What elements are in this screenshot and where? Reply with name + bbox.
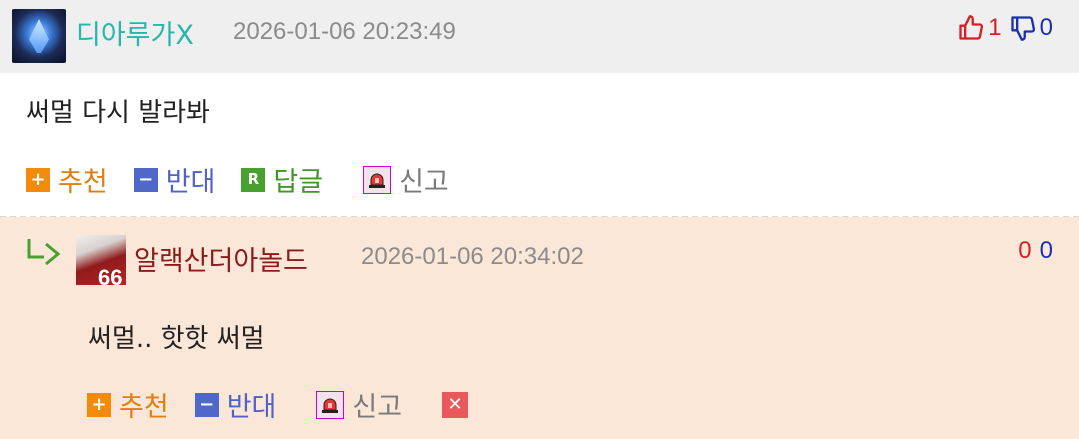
reply-button[interactable]: R 답글 (241, 160, 323, 199)
comment-timestamp: 2026-01-06 20:34:02 (361, 243, 584, 270)
delete-icon[interactable]: ✕ (442, 391, 469, 418)
report-button[interactable]: 신고 (316, 385, 402, 424)
upvote-count: 1 (988, 14, 1002, 41)
author-nickname[interactable]: 디아루가X (76, 13, 194, 52)
report-label: 신고 (399, 167, 449, 198)
recommend-label: 추천 (119, 392, 169, 423)
comment-timestamp: 2026-01-06 20:23:49 (233, 18, 456, 45)
comment-actions: + 추천 − 반대 R 답글 신고 (26, 160, 475, 199)
reply-icon: R (241, 167, 266, 192)
minus-icon: − (194, 392, 219, 417)
author-nickname[interactable]: 알랙산더아놀드 (134, 239, 308, 278)
comment-body: 써멀 다시 발라봐 (26, 98, 210, 128)
oppose-label: 반대 (226, 392, 277, 423)
reply-label: 답글 (273, 167, 324, 198)
thumbs-up-icon (959, 15, 984, 40)
minus-icon: − (133, 167, 158, 192)
vote-summary: 1 0 (957, 14, 1053, 42)
comment-2-reply: 66 알랙산더아놀드 2026-01-06 20:34:02 0 0 써멀.. … (0, 217, 1079, 439)
thumbs-down-icon (1010, 16, 1035, 41)
avatar[interactable]: 66 (76, 235, 126, 285)
report-button[interactable]: 신고 (363, 160, 449, 199)
downvote-count: 0 (1039, 237, 1053, 264)
plus-icon: + (26, 167, 50, 192)
report-label: 신고 (352, 392, 403, 423)
comment-actions: + 추천 − 반대 신고 ✕ (87, 385, 469, 424)
siren-icon (316, 390, 345, 419)
avatar[interactable] (12, 9, 66, 63)
vote-summary: 0 0 (1018, 237, 1053, 265)
downvote-count: 0 (1039, 14, 1053, 41)
oppose-label: 반대 (165, 167, 216, 198)
comment-1: 디아루가X 2026-01-06 20:23:49 1 0 써멀 다시 발라봐 … (0, 0, 1079, 198)
oppose-button[interactable]: − 반대 (194, 385, 277, 424)
oppose-button[interactable]: − 반대 (133, 160, 216, 199)
reply-arrow-icon (27, 239, 61, 265)
recommend-button[interactable]: + 추천 (26, 160, 108, 199)
plus-icon: + (87, 392, 111, 417)
recommend-label: 추천 (58, 167, 108, 198)
siren-icon (363, 165, 392, 194)
comment-body: 써멀.. 핫핫 써멀 (88, 324, 265, 354)
upvote-count: 0 (1018, 237, 1032, 264)
recommend-button[interactable]: + 추천 (87, 385, 169, 424)
comment-header: 디아루가X 2026-01-06 20:23:49 1 0 (0, 0, 1079, 73)
